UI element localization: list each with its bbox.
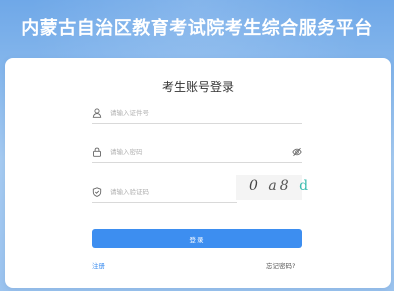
id-number-input[interactable] [110, 105, 296, 121]
lock-icon [93, 147, 101, 157]
captcha-image[interactable]: 0 a8 d [236, 175, 308, 200]
register-link[interactable]: 注册 [92, 260, 105, 270]
captcha-text: 0 a8 d [249, 178, 311, 194]
password-input[interactable] [110, 144, 280, 160]
site-title: 内蒙古自治区教育考试院考生综合服务平台 [21, 18, 373, 39]
user-icon [92, 108, 102, 118]
id-number-field [92, 105, 302, 124]
captcha-char: a8 [268, 178, 292, 194]
login-card: 考生账号登录 0 a8 d 登录 注册 [5, 58, 391, 288]
captcha-field [92, 184, 237, 203]
forgot-password-link[interactable]: 忘记密码? [266, 260, 295, 270]
login-button[interactable]: 登录 [92, 229, 302, 248]
captcha-char: 0 [249, 178, 261, 194]
login-heading: 考生账号登录 [161, 80, 234, 94]
captcha-char: d [299, 178, 312, 194]
shield-icon [92, 187, 102, 197]
password-field [92, 144, 302, 163]
captcha-input[interactable] [110, 184, 230, 200]
eye-hidden-icon[interactable] [292, 147, 302, 157]
